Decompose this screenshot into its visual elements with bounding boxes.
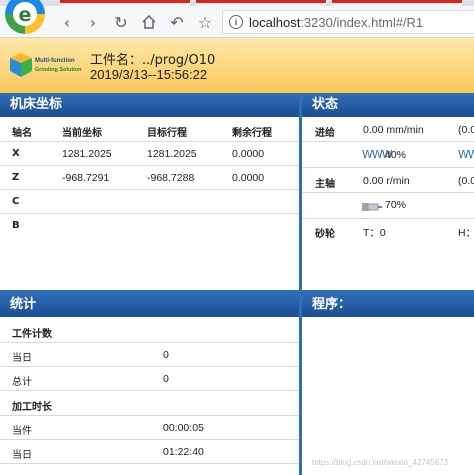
wheel-tool: T：0 (363, 227, 386, 239)
watermark: https://blog.csdn.net/weixin_42745673 (312, 458, 449, 467)
row-divider (0, 213, 299, 214)
undo-icon[interactable]: ↶ (166, 11, 188, 33)
status-panel-title: 状态 (302, 93, 474, 117)
row-divider (302, 167, 474, 168)
address-host: localhost (249, 14, 301, 30)
count-today-label: 当日 (12, 353, 32, 364)
feed-override-percent: 40% (385, 149, 407, 161)
time-current-label: 当件 (12, 426, 32, 437)
bookmark-star-icon[interactable]: ☆ (194, 11, 216, 33)
time-day-label: 当日 (12, 450, 32, 461)
row-divider (302, 218, 474, 219)
count-total-label: 总计 (12, 377, 32, 388)
app-header: Multi-function Grinding Solution 工件名：../… (0, 38, 474, 93)
address-path: :3230/index.html#/R1 (300, 14, 424, 30)
axis-name: X (12, 148, 20, 159)
browser-toolbar: ‹ › ↻ ↶ ☆ i localhost:3230/index.html#/R… (0, 6, 474, 38)
cube-logo-icon (10, 53, 32, 77)
remaining-travel: 0.0000 (232, 148, 265, 160)
spindle-label: 主轴 (315, 179, 335, 190)
reload-icon[interactable]: ↻ (110, 11, 132, 33)
row-divider (0, 141, 299, 142)
wheel-offset: H： (458, 227, 474, 239)
row-divider (0, 165, 299, 166)
time-section-title: 加工时长 (12, 402, 52, 413)
address-bar[interactable]: i localhost:3230/index.html#/R1 (222, 10, 474, 34)
time-current-value: 00:00:05 (163, 422, 204, 434)
workpiece-name: 工件名：../prog/O10 (90, 53, 216, 68)
remaining-travel: 0.0000 (232, 172, 265, 184)
spindle-override-percent: 70% (385, 199, 407, 211)
row-divider (0, 415, 299, 416)
wheel-label: 砂轮 (315, 229, 335, 240)
feed-label: 进给 (315, 128, 335, 139)
count-total-value: 0 (163, 373, 169, 385)
svg-text:e: e (19, 4, 32, 26)
col-header-remaining: 剩余行程 (232, 128, 272, 139)
back-icon[interactable]: ‹ (56, 11, 78, 33)
panel-divider-vertical (299, 93, 302, 475)
feed-override-icon: WWW (458, 148, 474, 161)
row-divider (302, 141, 474, 142)
axis-name: Z (12, 172, 20, 183)
forward-icon[interactable]: › (82, 11, 104, 33)
row-divider (0, 390, 299, 391)
program-panel-title: 程序： (302, 293, 474, 317)
row-divider (302, 192, 474, 193)
spindle-override-icon (362, 198, 382, 217)
logo-line2: Grinding Solution (35, 67, 82, 73)
browser-logo-icon: e (2, 0, 48, 40)
row-divider (0, 189, 299, 190)
target-travel: 1281.2025 (147, 148, 197, 160)
current-coordinate: -968.7291 (62, 172, 110, 184)
home-icon[interactable] (138, 11, 160, 33)
logo-line1: Multi-function (35, 58, 75, 64)
count-today-value: 0 (163, 349, 169, 361)
stats-panel-title: 统计 (0, 293, 299, 317)
feed-rate: 0.00 mm/min (363, 124, 424, 136)
axis-name: C (12, 196, 20, 207)
spindle-speed-secondary: (0.0 (458, 175, 474, 187)
row-divider (0, 439, 299, 440)
company-logo: Multi-function Grinding Solution (7, 50, 83, 82)
current-coordinate: 1281.2025 (62, 148, 112, 160)
col-header-target: 目标行程 (147, 128, 187, 139)
spindle-speed: 0.00 r/min (363, 175, 410, 187)
row-divider (0, 366, 299, 367)
time-day-value: 01:22:40 (163, 446, 204, 458)
coords-panel-title: 机床坐标 (0, 93, 299, 117)
target-travel: -968.7288 (147, 172, 195, 184)
axis-name: B (12, 220, 20, 231)
row-divider (0, 342, 299, 343)
row-divider (0, 463, 299, 464)
app-window: ‹ › ↻ ↶ ☆ i localhost:3230/index.html#/R… (0, 0, 474, 475)
current-datetime: 2019/3/13--15:56:22 (90, 67, 208, 82)
info-icon[interactable]: i (229, 15, 243, 29)
col-header-current: 当前坐标 (62, 128, 102, 139)
col-header-axis: 轴名 (12, 128, 32, 139)
count-section-title: 工件计数 (12, 329, 52, 340)
feed-rate-secondary: (0.0 (458, 124, 474, 136)
